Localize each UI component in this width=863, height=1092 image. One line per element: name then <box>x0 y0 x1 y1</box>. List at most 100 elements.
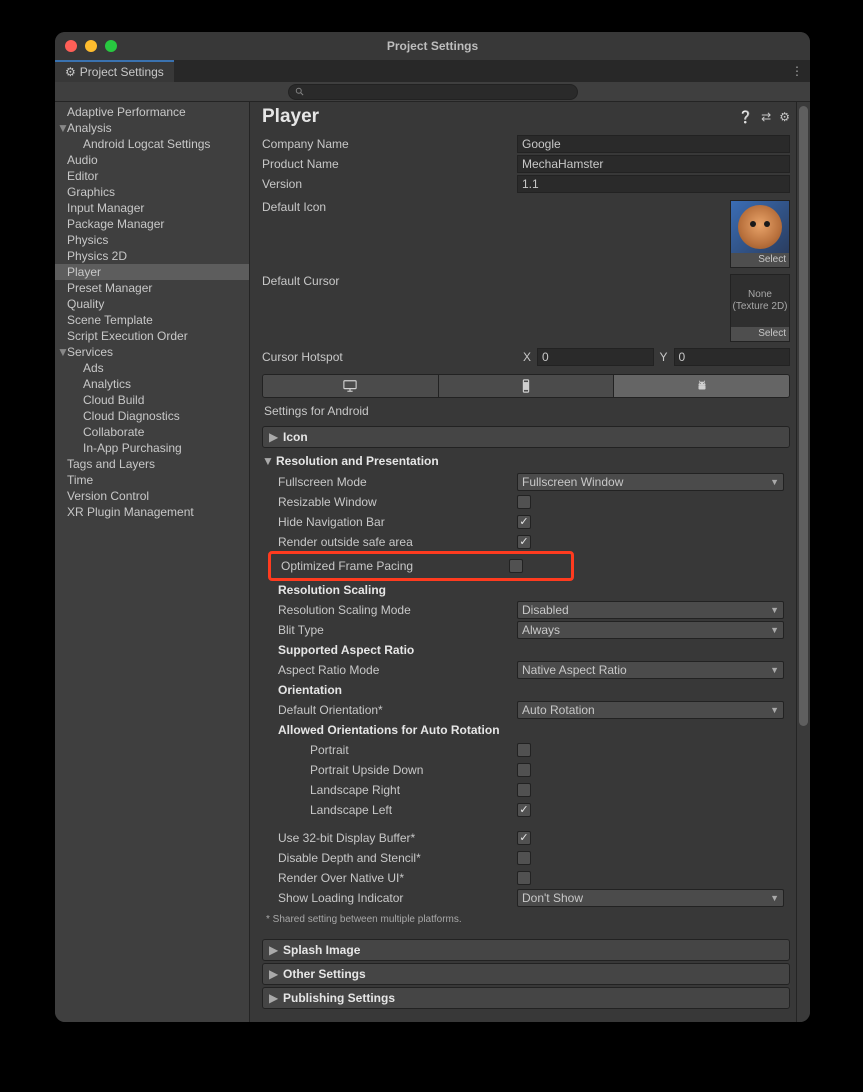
sidebar-item-quality[interactable]: Quality <box>55 296 249 312</box>
foldout-publishing-settings[interactable]: ▶Publishing Settings <box>262 987 790 1009</box>
chevron-down-icon: ▼ <box>262 454 270 468</box>
sidebar-item-collaborate[interactable]: Collaborate <box>55 424 249 440</box>
landscape-right-checkbox[interactable] <box>517 783 531 797</box>
sidebar-item-adaptive-performance[interactable]: Adaptive Performance <box>55 104 249 120</box>
product-name-input[interactable] <box>517 155 790 173</box>
sidebar-item-version-control[interactable]: Version Control <box>55 488 249 504</box>
sidebar-item-label: Tags and Layers <box>67 457 155 471</box>
default-cursor-label: Default Cursor <box>262 274 517 288</box>
fullscreen-mode-dropdown[interactable]: Fullscreen Window▼ <box>517 473 784 491</box>
foldout-splash-image[interactable]: ▶Splash Image <box>262 939 790 961</box>
portrait-checkbox[interactable] <box>517 743 531 757</box>
sidebar-item-label: Graphics <box>67 185 115 199</box>
sidebar-item-label: Time <box>67 473 93 487</box>
sidebar-item-editor[interactable]: Editor <box>55 168 249 184</box>
sidebar-item-label: Package Manager <box>67 217 164 231</box>
platform-tabs <box>262 374 790 398</box>
foldout-resolution-presentation[interactable]: ▼ Resolution and Presentation <box>262 450 790 472</box>
tab-project-settings[interactable]: ⚙ Project Settings <box>55 60 174 82</box>
hide-nav-bar-checkbox[interactable] <box>517 515 531 529</box>
render-outside-safe-area-checkbox[interactable] <box>517 535 531 549</box>
foldout-other-settings[interactable]: ▶Other Settings <box>262 963 790 985</box>
orientation-header: Orientation <box>262 680 790 700</box>
sidebar-item-services[interactable]: ▼Services <box>55 344 249 360</box>
search-input[interactable] <box>288 84 578 100</box>
blit-type-label: Blit Type <box>278 623 517 637</box>
tab-label: Project Settings <box>80 65 164 79</box>
sidebar-item-ads[interactable]: Ads <box>55 360 249 376</box>
default-cursor-select-button[interactable]: Select <box>731 327 789 341</box>
product-name-label: Product Name <box>262 157 517 171</box>
platform-tab-android[interactable] <box>614 375 789 397</box>
sidebar-item-label: Android Logcat Settings <box>83 137 210 151</box>
sidebar-item-label: Physics 2D <box>67 249 127 263</box>
version-input[interactable] <box>517 175 790 193</box>
landscape-right-label: Landscape Right <box>310 783 517 797</box>
use-32bit-buffer-label: Use 32-bit Display Buffer* <box>278 831 517 845</box>
sidebar-item-package-manager[interactable]: Package Manager <box>55 216 249 232</box>
sidebar-item-label: Physics <box>67 233 108 247</box>
sidebar-item-analysis[interactable]: ▼Analysis <box>55 120 249 136</box>
optimized-frame-pacing-highlight: Optimized Frame Pacing <box>268 551 574 581</box>
chevron-down-icon: ▼ <box>57 121 67 135</box>
sidebar-item-preset-manager[interactable]: Preset Manager <box>55 280 249 296</box>
landscape-left-checkbox[interactable] <box>517 803 531 817</box>
hamster-icon <box>738 205 782 249</box>
phone-icon <box>519 379 533 393</box>
sidebar-item-label: XR Plugin Management <box>67 505 194 519</box>
company-name-input[interactable] <box>517 135 790 153</box>
company-name-label: Company Name <box>262 137 517 151</box>
sidebar-item-label: Scene Template <box>67 313 153 327</box>
page-title: Player <box>262 106 319 128</box>
sidebar-item-player[interactable]: Player <box>55 264 249 280</box>
sidebar-item-graphics[interactable]: Graphics <box>55 184 249 200</box>
help-icon[interactable]: ❔ <box>738 110 753 124</box>
sidebar-item-label: Script Execution Order <box>67 329 188 343</box>
render-over-native-ui-checkbox[interactable] <box>517 871 531 885</box>
chevron-down-icon: ▼ <box>57 345 67 359</box>
window-title: Project Settings <box>55 39 810 53</box>
disable-depth-stencil-checkbox[interactable] <box>517 851 531 865</box>
resolution-scaling-mode-dropdown[interactable]: Disabled▼ <box>517 601 784 619</box>
tab-menu-button[interactable]: ⋮ <box>784 60 810 82</box>
portrait-upside-down-checkbox[interactable] <box>517 763 531 777</box>
settings-gear-icon[interactable]: ⚙ <box>779 110 790 124</box>
sidebar-item-label: In-App Purchasing <box>83 441 182 455</box>
sidebar-item-android-logcat-settings[interactable]: Android Logcat Settings <box>55 136 249 152</box>
default-orientation-dropdown[interactable]: Auto Rotation▼ <box>517 701 784 719</box>
sidebar-item-label: Analytics <box>83 377 131 391</box>
sidebar-item-analytics[interactable]: Analytics <box>55 376 249 392</box>
default-cursor-field[interactable]: None (Texture 2D) Select <box>730 274 790 342</box>
hotspot-y-input[interactable] <box>674 348 791 366</box>
sidebar-item-scene-template[interactable]: Scene Template <box>55 312 249 328</box>
resizable-window-checkbox[interactable] <box>517 495 531 509</box>
sidebar-item-audio[interactable]: Audio <box>55 152 249 168</box>
sidebar-item-in-app-purchasing[interactable]: In-App Purchasing <box>55 440 249 456</box>
foldout-icon[interactable]: ▶ Icon <box>262 426 790 448</box>
sidebar-item-physics[interactable]: Physics <box>55 232 249 248</box>
sidebar-item-script-execution-order[interactable]: Script Execution Order <box>55 328 249 344</box>
hotspot-x-input[interactable] <box>537 348 654 366</box>
default-icon-field[interactable]: Select <box>730 200 790 268</box>
sidebar-item-tags-and-layers[interactable]: Tags and Layers <box>55 456 249 472</box>
sidebar-item-xr-plugin-management[interactable]: XR Plugin Management <box>55 504 249 520</box>
sidebar-item-cloud-diagnostics[interactable]: Cloud Diagnostics <box>55 408 249 424</box>
sidebar-item-cloud-build[interactable]: Cloud Build <box>55 392 249 408</box>
project-settings-window: Project Settings ⚙ Project Settings ⋮ Ad… <box>55 32 810 1022</box>
optimized-frame-pacing-checkbox[interactable] <box>509 559 523 573</box>
sidebar-item-physics-2d[interactable]: Physics 2D <box>55 248 249 264</box>
vertical-scrollbar[interactable] <box>796 102 810 1022</box>
blit-type-dropdown[interactable]: Always▼ <box>517 621 784 639</box>
show-loading-indicator-dropdown[interactable]: Don't Show▼ <box>517 889 784 907</box>
presets-icon[interactable]: ⇄ <box>761 110 771 124</box>
sidebar-item-time[interactable]: Time <box>55 472 249 488</box>
aspect-ratio-mode-dropdown[interactable]: Native Aspect Ratio▼ <box>517 661 784 679</box>
default-icon-select-button[interactable]: Select <box>731 253 789 267</box>
platform-tab-standalone[interactable] <box>263 375 439 397</box>
sidebar-item-input-manager[interactable]: Input Manager <box>55 200 249 216</box>
scrollbar-thumb[interactable] <box>799 106 808 726</box>
search-row <box>55 82 810 102</box>
chevron-right-icon: ▶ <box>269 967 277 981</box>
platform-tab-ios[interactable] <box>439 375 615 397</box>
use-32bit-buffer-checkbox[interactable] <box>517 831 531 845</box>
